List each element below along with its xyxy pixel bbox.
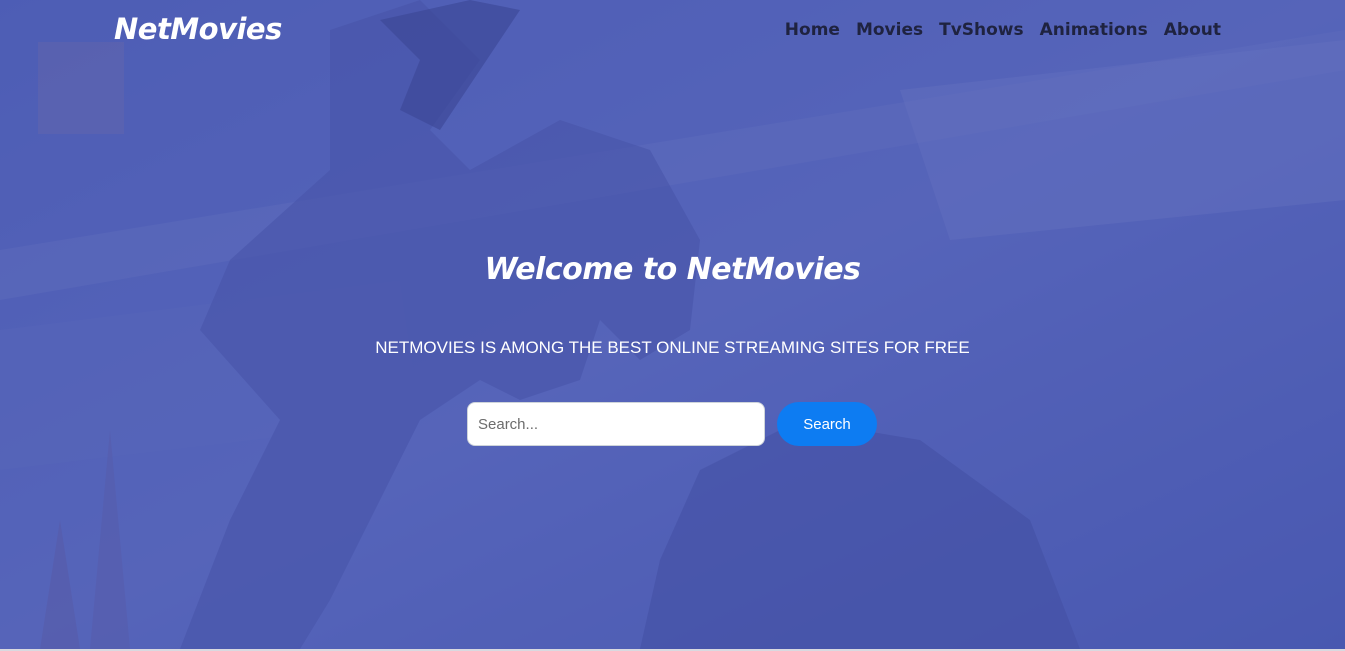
hero-tagline: NETMOVIES IS AMONG THE BEST ONLINE STREA… [375, 338, 970, 357]
hero-overlay [0, 0, 1345, 649]
nav-item-about[interactable]: About [1164, 20, 1221, 40]
nav-item-home[interactable]: Home [785, 20, 840, 40]
hero-title: Welcome to NetMovies [484, 252, 861, 287]
top-navbar: NetMovies Home Movies TvShows Animations… [0, 0, 1345, 64]
nav-item-movies[interactable]: Movies [856, 20, 923, 40]
hero-section: NetMovies Home Movies TvShows Animations… [0, 0, 1345, 649]
nav-item-tvshows[interactable]: TvShows [939, 20, 1024, 40]
search-input[interactable] [467, 402, 765, 446]
brand-logo[interactable]: NetMovies [114, 12, 282, 46]
search-button[interactable]: Search [777, 402, 877, 446]
nav-links: Home Movies TvShows Animations About [785, 20, 1221, 40]
nav-item-animations[interactable]: Animations [1040, 20, 1148, 40]
